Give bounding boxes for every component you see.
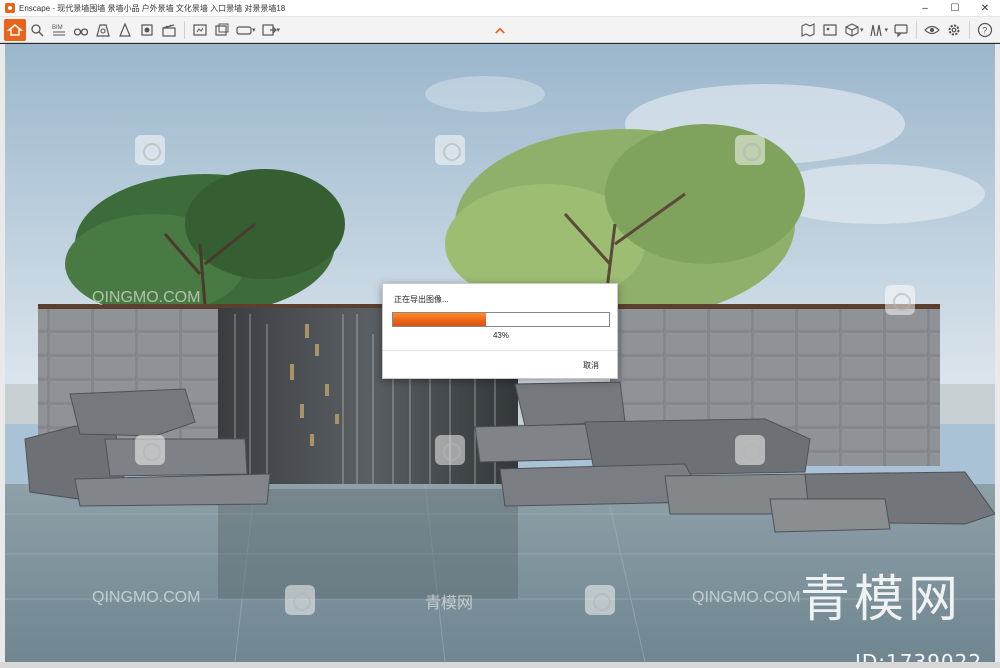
collapse-toolbar-button[interactable]	[493, 25, 507, 35]
atmosphere-button[interactable]	[136, 19, 158, 41]
feedback-button[interactable]	[890, 19, 912, 41]
bim-icon: BIM	[52, 25, 65, 35]
toolbar: BIM ▾ ▾ ▾ ▾ ?	[0, 17, 1000, 43]
toolbar-separator-help	[969, 21, 970, 39]
screenshot-button[interactable]	[189, 19, 211, 41]
svg-text:?: ?	[982, 26, 987, 36]
visual-settings-button[interactable]	[921, 19, 943, 41]
toolbar-separator-right	[916, 21, 917, 39]
watermark-brand: 青模网	[800, 570, 962, 628]
capture-icon	[31, 23, 44, 36]
minimize-button[interactable]: –	[910, 0, 940, 17]
watermark-text: QINGMO.COM	[92, 589, 201, 606]
help-icon: ?	[977, 22, 993, 38]
settings-button[interactable]	[943, 19, 965, 41]
view-button[interactable]	[92, 19, 114, 41]
toolbar-right-group: ▾ ▾ ?	[797, 19, 996, 41]
screenshot-icon	[193, 23, 207, 36]
watermark-logo-icon	[735, 135, 765, 165]
watermark-logo-icon	[735, 435, 765, 465]
batch-render-icon	[215, 23, 229, 36]
export-progress-dialog: 正在导出图像... 43% 取消	[382, 283, 618, 379]
sun-icon	[141, 23, 153, 36]
maximize-button[interactable]: ☐	[940, 0, 970, 17]
svg-text:BIM: BIM	[52, 25, 63, 31]
home-icon	[7, 23, 23, 36]
feedback-icon	[894, 24, 908, 38]
cube-dropdown-icon[interactable]: ▾	[860, 26, 864, 34]
help-button[interactable]: ?	[974, 19, 996, 41]
export-progress-bar	[392, 312, 610, 327]
home-button[interactable]	[4, 18, 26, 41]
clapper-icon	[162, 23, 176, 37]
watermark-logo-icon	[285, 585, 315, 615]
watermark-logo-icon	[135, 435, 165, 465]
panorama-icon	[236, 25, 252, 35]
settings-icon	[948, 24, 960, 36]
watermark-logo-icon	[585, 585, 615, 615]
window-controls: – ☐ ✕	[910, 0, 1000, 17]
asset-library-button[interactable]	[114, 19, 136, 41]
close-button[interactable]: ✕	[970, 0, 1000, 17]
binoculars-button[interactable]	[70, 19, 92, 41]
batch-render-button[interactable]	[211, 19, 233, 41]
watermark-logo-icon	[435, 435, 465, 465]
bottom-window-edge	[0, 662, 1000, 668]
map-icon	[801, 23, 815, 37]
watermark-text: 青模网	[425, 595, 474, 612]
asset-icon	[119, 21, 131, 37]
pins-icon	[870, 24, 883, 37]
toolbar-separator	[184, 20, 185, 39]
watermark-text: QINGMO.COM	[692, 589, 801, 606]
export-icon	[261, 23, 277, 36]
watermark-logo-icon	[435, 135, 465, 165]
progress-percent: 43%	[492, 331, 509, 340]
right-window-edge	[995, 44, 1000, 662]
chevron-up-icon	[495, 27, 505, 34]
cube-icon	[845, 23, 859, 37]
panorama-dropdown-icon[interactable]: ▾	[252, 26, 256, 34]
binoculars-icon	[73, 27, 89, 36]
pins-dropdown-icon[interactable]: ▾	[884, 26, 888, 34]
cancel-button[interactable]: 取消	[583, 360, 599, 371]
enscape-logo-icon	[5, 3, 15, 13]
video-editor-button[interactable]	[158, 19, 180, 41]
watermark-id: ID:1739022	[855, 650, 983, 662]
watermark-text: QINGMO.COM	[92, 289, 201, 306]
picture-icon	[823, 24, 837, 36]
watermark-logo-icon	[135, 135, 165, 165]
watermark-logo-icon	[885, 285, 915, 315]
dialog-divider	[383, 350, 617, 351]
progress-fill	[393, 313, 486, 326]
gallery-button[interactable]	[819, 19, 841, 41]
export-dropdown-icon[interactable]: ▾	[277, 26, 281, 34]
bim-button[interactable]: BIM	[48, 19, 70, 41]
dialog-title: 正在导出图像...	[394, 295, 449, 304]
window-title: Enscape - 现代景墙围墙 景墙小品 户外景墙 文化景墙 入口景墙 对景景…	[19, 3, 286, 13]
map-button[interactable]	[797, 19, 819, 41]
view-icon	[96, 23, 110, 37]
eye-icon	[924, 25, 940, 35]
title-bar: Enscape - 现代景墙围墙 景墙小品 户外景墙 文化景墙 入口景墙 对景景…	[0, 0, 1000, 17]
capture-button[interactable]	[26, 19, 48, 41]
